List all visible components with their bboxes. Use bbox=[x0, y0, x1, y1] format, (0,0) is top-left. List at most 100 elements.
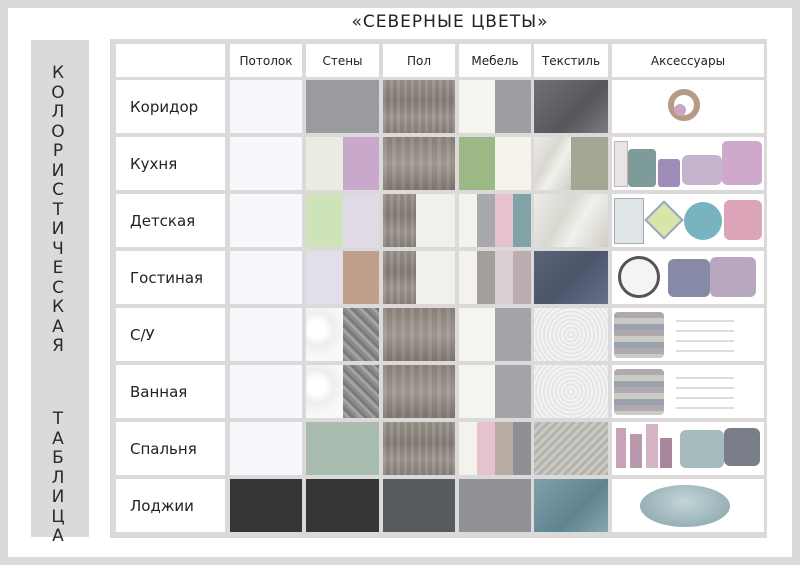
swatch-textile bbox=[534, 137, 608, 190]
swatch-floor-wood bbox=[383, 137, 455, 190]
vertical-letter: Р bbox=[52, 141, 64, 161]
row-label-koridor: Коридор bbox=[116, 80, 225, 133]
row-label-gostinaya: Гостиная bbox=[116, 251, 225, 304]
pillow-icon bbox=[724, 428, 760, 466]
swatch-walls bbox=[306, 422, 379, 475]
vertical-letter: И bbox=[51, 219, 65, 239]
swatch-walls bbox=[306, 479, 379, 532]
swatch-floor-wood bbox=[383, 422, 455, 475]
swatch-furniture bbox=[459, 308, 531, 361]
canister-icon bbox=[628, 149, 656, 187]
swatch-floor-wood bbox=[383, 80, 455, 133]
swatch-furniture bbox=[459, 137, 531, 190]
row-label-su: С/У bbox=[116, 308, 225, 361]
swatch-furniture bbox=[459, 422, 531, 475]
header-corner bbox=[116, 44, 225, 77]
accessories-cell bbox=[612, 251, 764, 304]
swatch-textile bbox=[534, 80, 608, 133]
swatch-walls bbox=[306, 80, 379, 133]
swatch-ceiling bbox=[230, 80, 302, 133]
pouf-icon bbox=[640, 485, 730, 527]
pillow-icon bbox=[680, 430, 724, 468]
vertical-letter: К bbox=[51, 63, 65, 83]
header-ceiling: Потолок bbox=[230, 44, 302, 77]
vertical-letter: Ч bbox=[52, 238, 64, 259]
accessories-cell bbox=[612, 479, 764, 532]
accessories-cell bbox=[612, 422, 764, 475]
candle-icon bbox=[646, 424, 658, 468]
vertical-letter: О bbox=[51, 82, 65, 103]
swatch-ceiling bbox=[230, 251, 302, 304]
vertical-letter: А bbox=[52, 428, 64, 449]
swatch-furniture bbox=[459, 194, 531, 247]
pillow-icon bbox=[724, 200, 762, 240]
page-title: «СЕВЕРНЫЕ ЦВЕТЫ» bbox=[351, 12, 549, 32]
swatch-walls bbox=[306, 194, 379, 247]
vertical-letter: Т bbox=[52, 409, 64, 429]
swatch-walls bbox=[306, 308, 379, 361]
vertical-letter: И bbox=[51, 160, 65, 181]
candle-icon bbox=[660, 438, 672, 468]
pillow-icon bbox=[668, 259, 710, 297]
vertical-letter: Л bbox=[51, 102, 65, 122]
vertical-word-koloristicheskaya: КОЛОРИСТИЧЕСКАЯ bbox=[48, 63, 68, 357]
swatch-ceiling bbox=[230, 308, 302, 361]
swatch-floor bbox=[383, 194, 455, 247]
accessories-cell bbox=[612, 194, 764, 247]
vertical-letter: Л bbox=[51, 467, 65, 488]
towel-stack-icon bbox=[614, 369, 664, 415]
pillow-icon bbox=[644, 200, 684, 240]
row-label-detskaya: Детская bbox=[116, 194, 225, 247]
accessories-cell bbox=[612, 137, 764, 190]
flower-icon bbox=[674, 104, 686, 116]
swatch-floor-wood bbox=[383, 365, 455, 418]
header-walls: Стены bbox=[306, 44, 379, 77]
header-accessories: Аксессуары bbox=[612, 44, 764, 77]
vertical-letter: Е bbox=[52, 258, 64, 278]
swatch-ceiling bbox=[230, 365, 302, 418]
swatch-furniture bbox=[459, 80, 531, 133]
swatch-furniture bbox=[459, 479, 531, 532]
accessories-cell bbox=[612, 308, 764, 361]
towel-stack-icon bbox=[676, 369, 734, 415]
swatch-floor-wood bbox=[383, 308, 455, 361]
swatch-textile bbox=[534, 194, 608, 247]
candle-icon bbox=[616, 428, 626, 468]
swatch-furniture bbox=[459, 365, 531, 418]
pillow-icon bbox=[710, 257, 756, 297]
swatch-walls bbox=[306, 251, 379, 304]
vertical-letter: Ц bbox=[51, 506, 65, 527]
swatch-textile bbox=[534, 251, 608, 304]
swatch-ceiling bbox=[230, 479, 302, 532]
cushion-icon bbox=[682, 155, 722, 185]
vertical-letter: С bbox=[52, 180, 64, 200]
vertical-letter: Я bbox=[52, 336, 64, 356]
row-label-kukhnya: Кухня bbox=[116, 137, 225, 190]
swatch-textile bbox=[534, 422, 608, 475]
vertical-letter: К bbox=[51, 297, 65, 317]
swatch-ceiling bbox=[230, 422, 302, 475]
swatch-textile bbox=[534, 479, 608, 532]
towel-stack-icon bbox=[676, 312, 734, 358]
vertical-letter: И bbox=[51, 487, 65, 507]
towel-stack-icon bbox=[614, 312, 664, 358]
swatch-floor bbox=[383, 251, 455, 304]
swatch-walls bbox=[306, 365, 379, 418]
header-furniture: Мебель bbox=[459, 44, 531, 77]
header-floor: Пол bbox=[383, 44, 455, 77]
row-label-lodzhii: Лоджии bbox=[116, 479, 225, 532]
swatch-walls bbox=[306, 137, 379, 190]
vertical-letter: А bbox=[52, 316, 64, 337]
vertical-letter: Т bbox=[52, 199, 64, 220]
clock-icon bbox=[618, 256, 660, 298]
candle-icon bbox=[630, 434, 642, 468]
jar-icon bbox=[614, 141, 628, 187]
accessories-cell bbox=[612, 365, 764, 418]
round-cushion-icon bbox=[684, 202, 722, 240]
swatch-textile bbox=[534, 365, 608, 418]
swatch-ceiling bbox=[230, 137, 302, 190]
lavender-icon bbox=[658, 159, 680, 187]
swatch-furniture bbox=[459, 251, 531, 304]
vertical-letter: А bbox=[52, 526, 64, 546]
pillow-icon bbox=[722, 141, 762, 185]
